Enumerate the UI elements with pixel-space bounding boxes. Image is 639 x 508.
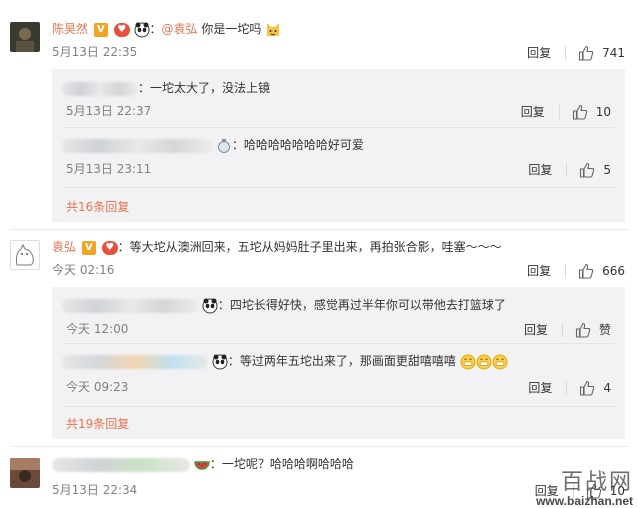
like-count: 5 <box>603 162 611 177</box>
like-button[interactable]: 741 <box>578 45 625 61</box>
divider <box>10 229 629 230</box>
reply-button[interactable]: 回复 <box>528 161 552 178</box>
watermark-url: www.baizhan.net <box>536 494 633 508</box>
divider <box>62 406 615 407</box>
watermelon-emoji-icon <box>194 457 210 473</box>
sub-reply-actions: 回复 4 <box>528 379 611 396</box>
like-button[interactable]: 10 <box>572 104 611 120</box>
grin-emoji-icon <box>460 354 476 370</box>
divider <box>62 187 615 188</box>
cat-emoji-icon <box>265 22 281 38</box>
reply-button[interactable]: 回复 <box>521 103 545 120</box>
panda-emoji-icon <box>212 354 228 370</box>
thumbs-up-icon <box>579 45 594 61</box>
sub-reply-time: 5月13日 23:11 <box>66 162 152 176</box>
blurred-username <box>52 457 190 472</box>
watermark-title: 百战网 <box>560 470 633 495</box>
more-replies-link[interactable]: 共16条回复 <box>66 200 129 214</box>
avatar[interactable] <box>10 240 40 270</box>
comment-body: ：一坨呢？哈哈哈啊哈哈哈 <box>52 456 354 473</box>
like-count: 4 <box>603 380 611 395</box>
sub-reply-time: 5月13日 22:37 <box>66 104 152 118</box>
sub-reply-1: ：一坨太大了，没法上镜 <box>62 80 270 96</box>
sub-reply-actions: 回复 赞 <box>524 321 611 338</box>
blurred-username <box>62 354 208 369</box>
heart-badge-icon: ♥ <box>101 240 118 255</box>
mention-link[interactable]: @袁弘 <box>162 22 198 36</box>
like-button[interactable]: 赞 <box>575 321 611 338</box>
divider <box>10 446 629 447</box>
grin-emoji-icon <box>476 354 492 370</box>
thumbs-up-icon <box>579 263 594 279</box>
grin-emoji-icon <box>492 354 508 370</box>
blurred-username <box>62 298 198 313</box>
divider <box>565 263 567 278</box>
reply-box: ：一坨太大了，没法上镜 5月13日 22:37 回复 10 ：哈哈哈哈哈哈哈好可… <box>52 69 625 222</box>
reply-button[interactable]: 回复 <box>524 321 548 338</box>
sub-reply-2: ：等过两年五坨出来了，那画面更甜嘻嘻嘻 <box>62 353 508 370</box>
like-count: 666 <box>602 263 625 278</box>
comment-actions: 回复 741 <box>527 44 625 61</box>
blurred-username <box>62 81 138 96</box>
watermark: 百战网 www.baizhan.net <box>536 471 633 508</box>
panda-emoji-icon <box>134 22 150 38</box>
username-link[interactable]: 陈昊然 <box>52 22 88 36</box>
thumbs-up-icon <box>575 322 591 338</box>
like-count: 10 <box>595 104 611 119</box>
comment-time: 5月13日 22:35 <box>52 45 138 59</box>
comment-body: 陈昊然 V ♥ ：@袁弘 你是一坨吗 <box>52 21 281 38</box>
verified-v-icon: V <box>93 22 108 37</box>
like-count: 赞 <box>598 323 611 337</box>
reply-button[interactable]: 回复 <box>527 44 551 61</box>
sub-reply-time: 今天 09:23 <box>66 380 129 394</box>
reply-box: ：四坨长得好快，感觉再过半年你可以带他去打篮球了 今天 12:00 回复 赞 ：… <box>52 287 625 439</box>
more-replies-link[interactable]: 共19条回复 <box>66 417 129 431</box>
medal-emoji-icon <box>216 138 232 154</box>
sub-reply-1: ：四坨长得好快，感觉再过半年你可以带他去打篮球了 <box>62 297 506 314</box>
reply-button[interactable]: 回复 <box>527 262 551 279</box>
verified-v-icon: V <box>81 240 96 255</box>
panda-emoji-icon <box>202 298 218 314</box>
thumbs-up-icon <box>580 380 595 396</box>
like-count: 741 <box>602 45 625 60</box>
divider <box>62 343 615 344</box>
thumbs-up-icon <box>572 104 587 120</box>
avatar[interactable] <box>10 458 40 488</box>
divider <box>566 162 568 177</box>
divider <box>566 380 568 395</box>
sub-reply-2: ：哈哈哈哈哈哈哈好可爱 <box>62 137 364 154</box>
heart-badge-icon: ♥ <box>113 22 130 37</box>
like-button[interactable]: 5 <box>579 162 611 178</box>
reply-button[interactable]: 回复 <box>528 379 552 396</box>
divider <box>561 322 563 337</box>
divider <box>565 45 567 60</box>
blurred-username <box>62 138 212 153</box>
sub-reply-actions: 回复 5 <box>528 161 611 178</box>
comment-time: 5月13日 22:34 <box>52 483 138 497</box>
like-button[interactable]: 4 <box>579 380 611 396</box>
comment-body: 袁弘 V ♥ ：等大坨从澳洲回来，五坨从妈妈肚子里出来，再拍张合影，哇塞～～～ <box>52 240 502 255</box>
comment-actions: 回复 666 <box>527 262 625 279</box>
avatar[interactable] <box>10 22 40 52</box>
comment-time: 今天 02:16 <box>52 263 115 277</box>
sub-reply-time: 今天 12:00 <box>66 322 129 336</box>
divider <box>558 104 560 119</box>
username-link[interactable]: 袁弘 <box>52 240 76 254</box>
thumbs-up-icon <box>580 162 595 178</box>
sub-reply-actions: 回复 10 <box>521 103 611 120</box>
divider <box>62 127 615 128</box>
like-button[interactable]: 666 <box>578 263 625 279</box>
